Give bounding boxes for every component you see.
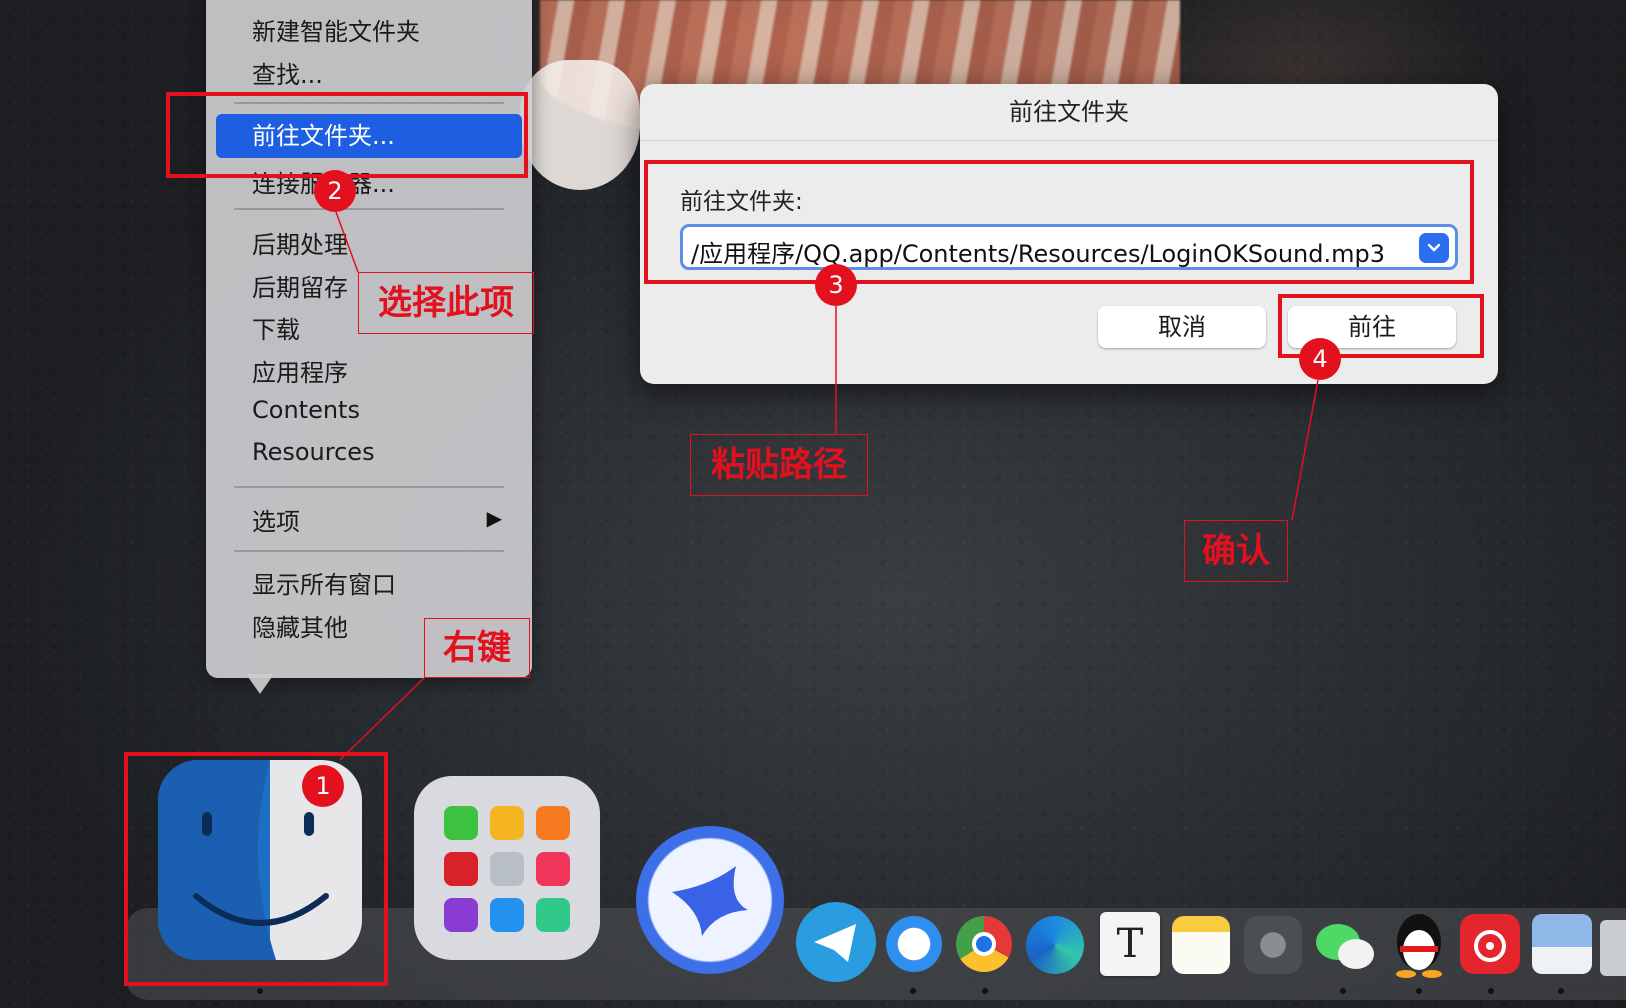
step-badge-2: 2 (314, 170, 356, 212)
annotation-right-click: 右键 (424, 618, 530, 678)
step-badge-1: 1 (302, 765, 344, 807)
annotation-select-item: 选择此项 (358, 272, 534, 334)
annotation-confirm: 确认 (1184, 520, 1288, 582)
step-badge-4: 4 (1299, 338, 1341, 380)
annotation-leader-lines (335, 211, 1319, 761)
annotation-paste-path: 粘贴路径 (690, 434, 868, 496)
step-badge-3: 3 (815, 264, 857, 306)
